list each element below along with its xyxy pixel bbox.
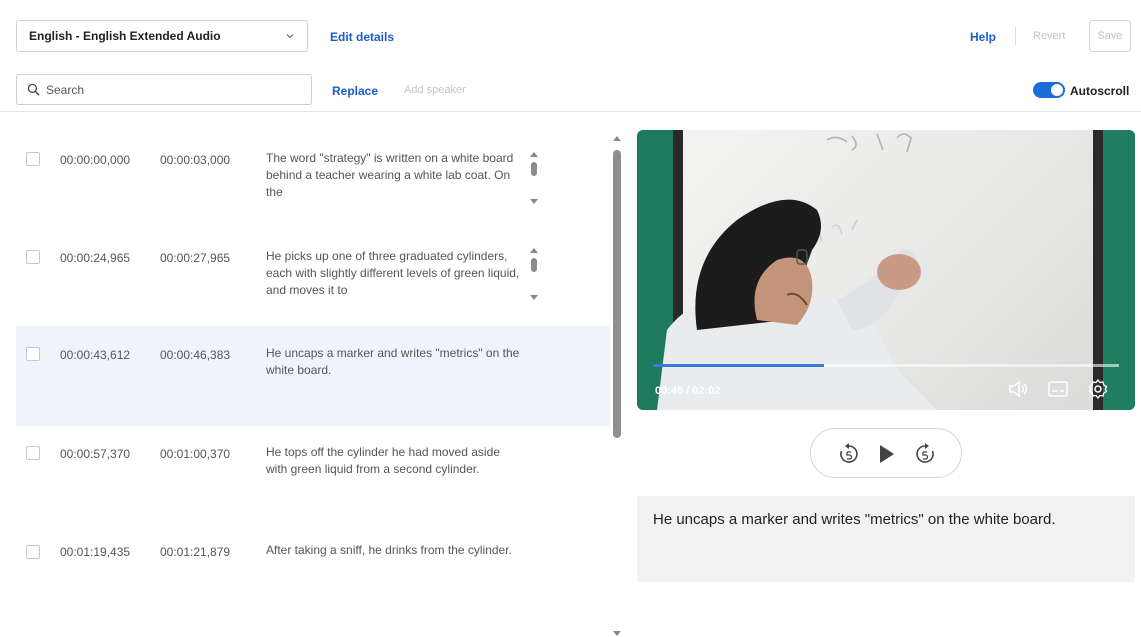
caption-start-time[interactable]: 00:00:00,000 xyxy=(60,153,130,167)
caption-text[interactable]: He picks up one of three graduated cylin… xyxy=(266,248,522,299)
captions-icon[interactable] xyxy=(1047,378,1069,400)
add-speaker-link[interactable]: Add speaker xyxy=(404,84,466,96)
scroll-up-arrow[interactable] xyxy=(530,152,538,157)
scroll-thumb[interactable] xyxy=(531,258,537,272)
caption-text[interactable]: The word "strategy" is written on a whit… xyxy=(266,150,522,201)
autoscroll-label: Autoscroll xyxy=(1070,84,1130,98)
row-checkbox[interactable] xyxy=(26,446,40,460)
caption-text[interactable]: After taking a sniff, he drinks from the… xyxy=(266,542,522,582)
row-checkbox[interactable] xyxy=(26,152,40,166)
forward-5-icon[interactable] xyxy=(913,442,937,466)
current-caption-preview: He uncaps a marker and writes "metrics" … xyxy=(637,496,1135,582)
caption-start-time[interactable]: 00:00:57,370 xyxy=(60,447,130,461)
save-button[interactable]: Save xyxy=(1089,20,1131,52)
search-icon xyxy=(27,83,40,96)
caption-row[interactable]: 00:00:57,370 00:01:00,370 He tops off th… xyxy=(16,426,610,524)
play-icon[interactable] xyxy=(874,442,898,466)
caption-row[interactable]: 00:00:00,000 00:00:03,000 The word "stra… xyxy=(16,128,610,224)
caption-end-time[interactable]: 00:00:46,383 xyxy=(160,348,230,362)
caption-start-time[interactable]: 00:00:43,612 xyxy=(60,348,130,362)
row-checkbox[interactable] xyxy=(26,250,40,264)
caption-start-time[interactable]: 00:00:24,965 xyxy=(60,251,130,265)
caption-end-time[interactable]: 00:00:27,965 xyxy=(160,251,230,265)
scroll-thumb[interactable] xyxy=(613,150,621,438)
video-progress-fill xyxy=(653,364,825,367)
language-select[interactable]: English - English Extended Audio xyxy=(16,20,308,52)
scroll-up-arrow[interactable] xyxy=(613,136,621,141)
caption-end-time[interactable]: 00:01:21,879 xyxy=(160,545,230,559)
caption-end-time[interactable]: 00:00:03,000 xyxy=(160,153,230,167)
playback-controls xyxy=(810,428,962,478)
settings-icon[interactable] xyxy=(1087,378,1109,400)
scroll-down-arrow[interactable] xyxy=(530,199,538,204)
scroll-down-arrow[interactable] xyxy=(530,295,538,300)
autoscroll-toggle[interactable] xyxy=(1033,82,1065,98)
language-select-value: English - English Extended Audio xyxy=(29,29,221,43)
search-input[interactable] xyxy=(46,82,296,97)
caption-start-time[interactable]: 00:01:19,435 xyxy=(60,545,130,559)
video-frame-image xyxy=(657,133,937,410)
caption-row-selected[interactable]: 00:00:43,612 00:00:46,383 He uncaps a ma… xyxy=(16,326,610,426)
caption-text[interactable]: He uncaps a marker and writes "metrics" … xyxy=(266,345,522,385)
scroll-up-arrow[interactable] xyxy=(530,248,538,253)
scroll-down-arrow[interactable] xyxy=(613,631,621,636)
caption-text[interactable]: He tops off the cylinder he had moved as… xyxy=(266,444,522,495)
top-toolbar: English - English Extended Audio Edit de… xyxy=(0,0,1141,112)
caption-row[interactable]: 00:00:24,965 00:00:27,965 He picks up on… xyxy=(16,224,610,326)
replace-link[interactable]: Replace xyxy=(332,84,378,98)
edit-details-link[interactable]: Edit details xyxy=(330,30,394,44)
video-timecode: 00:45 / 02:02 xyxy=(655,385,721,397)
revert-button[interactable]: Revert xyxy=(1033,30,1065,42)
toggle-knob xyxy=(1051,84,1063,96)
row-checkbox[interactable] xyxy=(26,347,40,361)
video-player[interactable]: 00:45 / 02:02 xyxy=(637,130,1135,410)
row-scrollbar[interactable] xyxy=(528,248,540,300)
volume-icon[interactable] xyxy=(1007,378,1029,400)
video-progress-bar[interactable] xyxy=(653,364,1119,367)
search-field[interactable] xyxy=(16,74,312,105)
toolbar-divider xyxy=(1015,26,1016,46)
caption-row[interactable]: 00:01:19,435 00:01:21,879 After taking a… xyxy=(16,524,610,624)
caption-list: 00:00:00,000 00:00:03,000 The word "stra… xyxy=(16,128,610,637)
scroll-thumb[interactable] xyxy=(531,162,537,176)
chevron-down-icon xyxy=(286,34,294,39)
caption-list-scrollbar[interactable] xyxy=(612,136,622,636)
rewind-5-icon[interactable] xyxy=(837,442,861,466)
row-scrollbar[interactable] xyxy=(528,152,540,204)
row-checkbox[interactable] xyxy=(26,545,40,559)
caption-end-time[interactable]: 00:01:00,370 xyxy=(160,447,230,461)
help-link[interactable]: Help xyxy=(970,30,996,44)
